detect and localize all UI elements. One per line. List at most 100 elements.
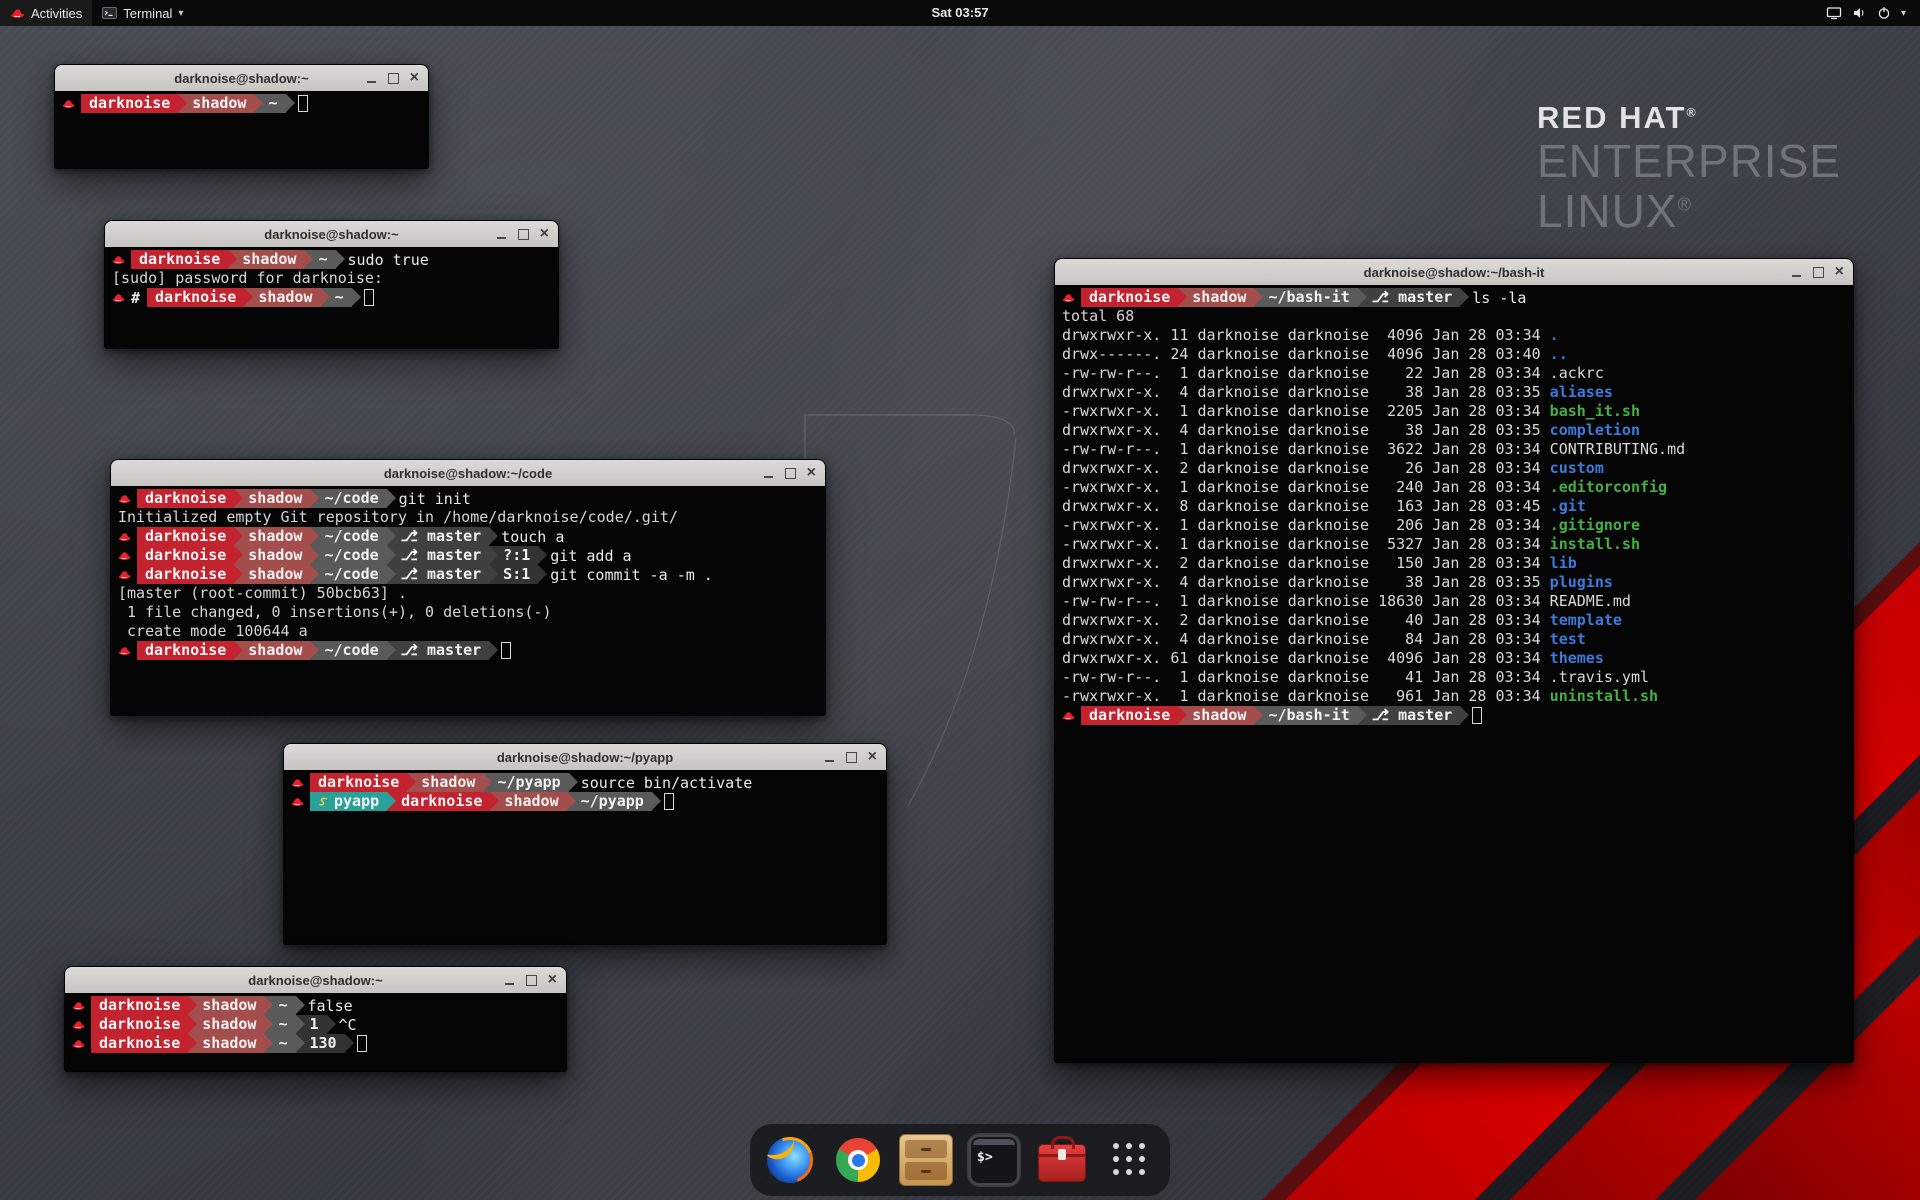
prompt-segment-user: darknoise [1081, 706, 1178, 725]
terminal-prompt-line: darknoiseshadow~1^C [72, 1015, 559, 1034]
maximize-button[interactable] [785, 468, 796, 479]
prompt-segment-git: ⎇ master [387, 565, 490, 584]
maximize-button[interactable] [518, 229, 529, 240]
prompt-segment-user: darknoise [1081, 288, 1178, 307]
window-titlebar[interactable]: darknoise@shadow:~ × [55, 65, 428, 92]
command-text: touch a [501, 528, 564, 546]
files-icon [899, 1134, 953, 1186]
terminal-cursor [1472, 707, 1482, 724]
system-menu[interactable]: ▾ [1818, 0, 1914, 26]
prompt-segment-path: ~/pyapp [567, 792, 652, 811]
dock-item-chrome[interactable] [831, 1133, 885, 1187]
file-name: .travis.yml [1550, 668, 1649, 686]
terminal-prompt-line: darknoiseshadow~/code⎇ mastertouch a [118, 527, 818, 546]
toolbox-icon [1038, 1144, 1086, 1182]
file-name: . [1550, 326, 1559, 344]
file-list-row: -rw-rw-r--. 1 darknoise darknoise 18630 … [1062, 592, 1846, 611]
redhat-prompt-icon [291, 777, 304, 788]
terminal-prompt-line: darknoiseshadow~/bash-it⎇ master [1062, 706, 1846, 725]
terminal-content[interactable]: darknoiseshadow~ [55, 91, 428, 168]
app-menu-terminal[interactable]: Terminal ▾ [92, 0, 193, 26]
file-name: uninstall.sh [1550, 687, 1658, 705]
window-titlebar[interactable]: darknoise@shadow:~/bash-it× [1055, 259, 1853, 286]
dock-item-app-grid[interactable] [1103, 1133, 1157, 1187]
terminal-cursor [364, 289, 374, 306]
prompt-segment-path: ~/pyapp [483, 773, 568, 792]
window-title: darknoise@shadow:~ [174, 71, 308, 86]
file-name: .editorconfig [1550, 478, 1667, 496]
minimize-button[interactable] [824, 752, 835, 763]
prompt-segment-path: ~/code [310, 489, 386, 508]
terminal-prompt-line: darknoiseshadow~130 [72, 1034, 559, 1053]
close-button[interactable]: × [540, 227, 549, 241]
desktop[interactable]: RED HAT® ENTERPRISE LINUX® darknoise@sha… [0, 0, 1920, 1200]
terminal-window: darknoise@shadow:~×darknoiseshadow~sudo … [104, 220, 559, 349]
window-titlebar[interactable]: darknoise@shadow:~/pyapp× [284, 744, 886, 771]
dock-item-files[interactable] [899, 1133, 953, 1187]
file-name: plugins [1550, 573, 1613, 591]
redhat-prompt-icon [291, 796, 304, 807]
close-button[interactable]: × [1835, 265, 1844, 279]
terminal-content[interactable]: darknoiseshadow~/codegit initInitialized… [111, 486, 825, 715]
maximize-button[interactable] [846, 752, 857, 763]
file-name: template [1550, 611, 1622, 629]
maximize-button[interactable] [1813, 267, 1824, 278]
python-venv-icon [318, 796, 329, 807]
minimize-button[interactable] [1791, 267, 1802, 278]
prompt-segment-venv: pyapp [310, 792, 387, 811]
command-text: source bin/activate [581, 774, 753, 792]
minimize-button[interactable] [366, 73, 377, 84]
terminal-cursor [501, 642, 511, 659]
redhat-prompt-icon [62, 98, 75, 109]
window-titlebar[interactable]: darknoise@shadow:~× [105, 221, 558, 248]
window-titlebar[interactable]: darknoise@shadow:~× [65, 967, 566, 994]
close-button[interactable]: × [410, 71, 419, 85]
activities-button[interactable]: Activities [0, 0, 92, 26]
terminal-prompt-line: pyappdarknoiseshadow~/pyapp [291, 792, 879, 811]
file-name: .git [1550, 497, 1586, 515]
terminal-window: darknoise@shadow:~×darknoiseshadow~false… [64, 966, 567, 1072]
clock[interactable]: Sat 03:57 [931, 0, 988, 26]
terminal-content[interactable]: darknoiseshadow~falsedarknoiseshadow~1^C… [65, 993, 566, 1071]
firefox-icon [767, 1137, 813, 1183]
terminal-prompt-line: darknoiseshadow~/codegit init [118, 489, 818, 508]
minimize-button[interactable] [496, 229, 507, 240]
prompt-segment-host: shadow [244, 288, 320, 307]
file-name: lib [1550, 554, 1577, 572]
prompt-segment-path: ~/bash-it [1254, 706, 1357, 725]
dock-item-toolbox[interactable] [1035, 1133, 1089, 1187]
terminal-output-line: [master (root-commit) 50bcb63] . [118, 584, 818, 603]
prompt-segment-user: darknoise [310, 773, 407, 792]
terminal-window: darknoise@shadow:~/bash-it×darknoiseshad… [1054, 258, 1854, 1063]
file-name: README.md [1550, 592, 1631, 610]
minimize-button[interactable] [763, 468, 774, 479]
terminal-content[interactable]: darknoiseshadow~sudo true[sudo] password… [105, 247, 558, 348]
window-titlebar[interactable]: darknoise@shadow:~/code× [111, 460, 825, 487]
terminal-app-icon: $> [969, 1135, 1019, 1185]
file-list-row: drwxrwxr-x. 2 darknoise darknoise 40 Jan… [1062, 611, 1846, 630]
close-button[interactable]: × [548, 973, 557, 987]
close-button[interactable]: × [807, 466, 816, 480]
prompt-segment-user: darknoise [147, 288, 244, 307]
terminal-output-line: total 68 [1062, 307, 1846, 326]
dock-item-terminal[interactable]: $> [967, 1133, 1021, 1187]
terminal-cursor [357, 1035, 367, 1052]
prompt-segment-git: ⎇ master [387, 527, 490, 546]
maximize-button[interactable] [388, 73, 399, 84]
file-list-row: -rwxrwxr-x. 1 darknoise darknoise 5327 J… [1062, 535, 1846, 554]
window-controls: × [824, 744, 877, 770]
maximize-button[interactable] [526, 975, 537, 986]
minimize-button[interactable] [504, 975, 515, 986]
terminal-prompt-line: darknoiseshadow~/code⎇ masterS:1git comm… [118, 565, 818, 584]
file-list-row: -rwxrwxr-x. 1 darknoise darknoise 961 Ja… [1062, 687, 1846, 706]
prompt-segment-host: shadow [1178, 706, 1254, 725]
dock-item-firefox[interactable] [763, 1133, 817, 1187]
terminal-content[interactable]: darknoiseshadow~/bash-it⎇ masterls -lato… [1055, 285, 1853, 1062]
app-grid-icon [1113, 1143, 1147, 1177]
prompt-segment-user: darknoise [137, 546, 234, 565]
terminal-content[interactable]: darknoiseshadow~/pyappsource bin/activat… [284, 770, 886, 944]
redhat-prompt-icon [72, 1019, 85, 1030]
root-hash-prefix: # [131, 289, 140, 307]
redhat-prompt-icon [112, 254, 125, 265]
close-button[interactable]: × [868, 750, 877, 764]
